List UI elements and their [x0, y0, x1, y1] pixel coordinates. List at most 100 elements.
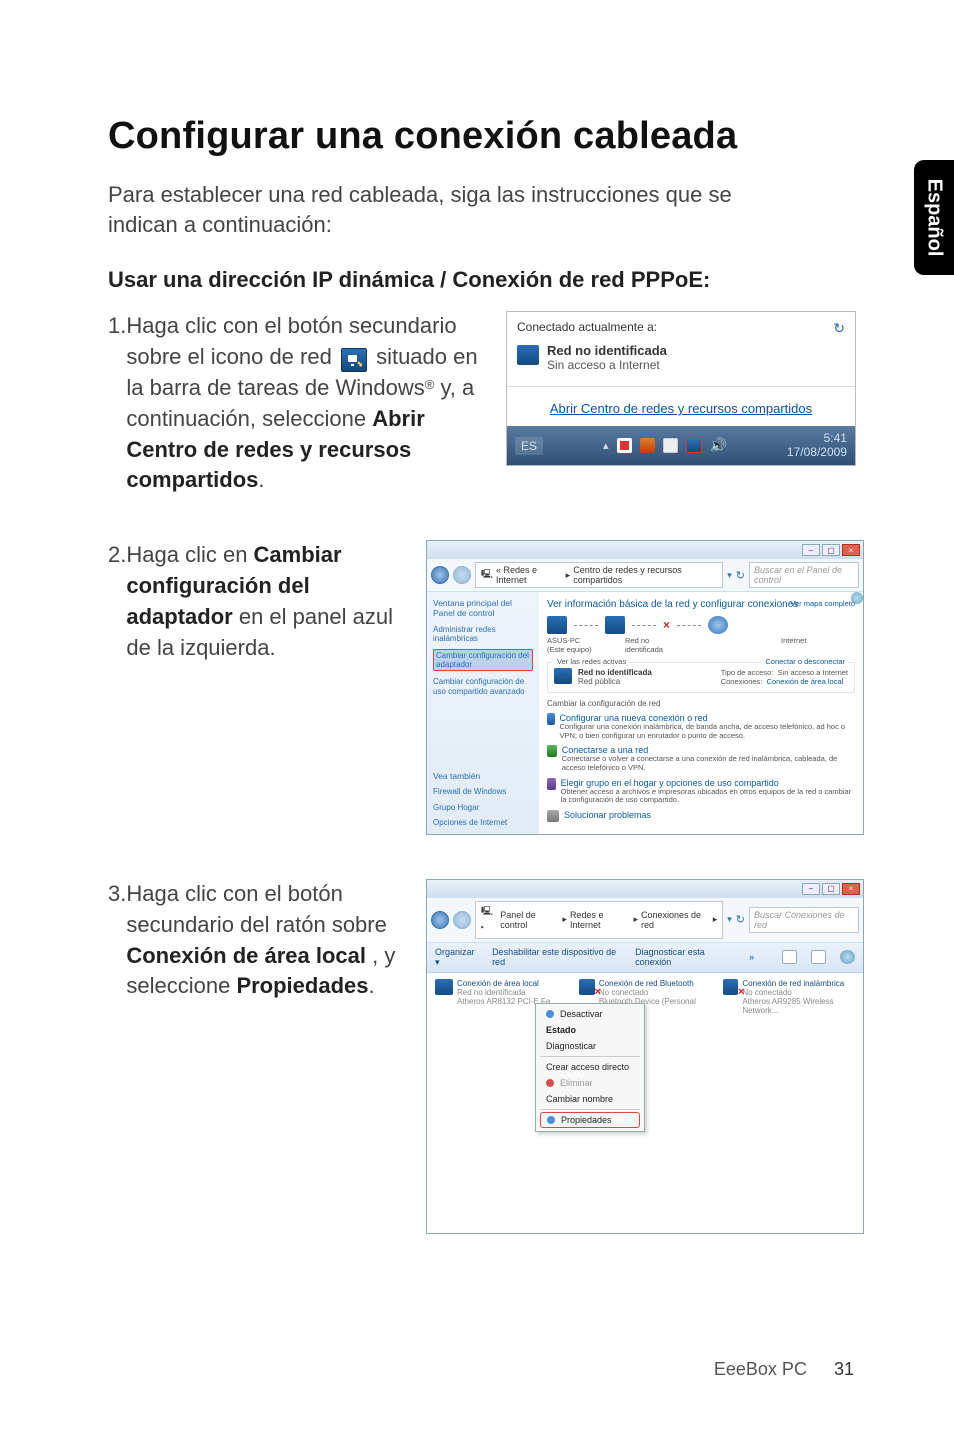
disable-icon: [546, 1010, 554, 1018]
toolbar: Organizar ▾ Deshabilitar este dispositiv…: [427, 943, 863, 973]
step-number: 1.: [108, 311, 126, 341]
step-number: 2.: [108, 540, 126, 570]
lan-connection-link[interactable]: Conexión de área local: [767, 677, 844, 686]
view-button[interactable]: [782, 950, 797, 964]
step-2-text: Haga clic en Cambiar configuración del a…: [126, 540, 408, 663]
sidebar-homegroup[interactable]: Grupo Hogar: [433, 803, 533, 812]
figure-tray-popup: Conectado actualmente a: ↻ Red no identi…: [506, 311, 856, 465]
bluetooth-icon: [579, 979, 595, 995]
menu-rename[interactable]: Cambiar nombre: [536, 1091, 644, 1107]
refresh-icon[interactable]: ↻: [833, 320, 845, 337]
network-tray-icon: [341, 348, 367, 372]
toolbar-disable-device[interactable]: Deshabilitar este dispositivo de red: [492, 947, 621, 967]
step-3: 3. Haga clic con el botón secundario del…: [108, 879, 866, 1234]
window-close-button[interactable]: ×: [842, 544, 860, 556]
intro-paragraph: Para establecer una red cableada, siga l…: [108, 180, 758, 239]
network-node-icon: [605, 616, 625, 634]
menu-disable[interactable]: Desactivar: [536, 1006, 644, 1022]
step-number: 3.: [108, 879, 126, 909]
nav-back-button[interactable]: [431, 566, 449, 584]
section-heading: Usar una dirección IP dinámica / Conexió…: [108, 267, 866, 293]
window-titlebar: – ▢ ×: [427, 880, 863, 898]
page-title: Configurar una conexión cableada: [108, 115, 866, 158]
troubleshoot[interactable]: Solucionar problemas: [547, 810, 855, 822]
connected-label: Conectado actualmente a:: [517, 320, 657, 337]
connection-wireless[interactable]: Conexión de red inalámbrica No conectado…: [723, 979, 853, 1016]
troubleshoot-icon: [547, 810, 559, 822]
taskbar: ES ▴ 🔊 5:41 17/08/2009: [507, 426, 855, 464]
nav-back-button[interactable]: [431, 911, 449, 929]
properties-icon: [547, 1116, 555, 1124]
setup-new-connection[interactable]: Configurar una nueva conexión o redConfi…: [547, 713, 855, 740]
volume-icon[interactable]: 🔊: [710, 437, 727, 454]
product-name: EeeBox PC: [714, 1359, 807, 1379]
page-number: 31: [834, 1359, 854, 1379]
connect-to-network[interactable]: Conectarse a una redConectarse o volver …: [547, 745, 855, 772]
sidebar-home-link[interactable]: Ventana principal del Panel de control: [433, 599, 533, 619]
menu-delete[interactable]: Eliminar: [536, 1075, 644, 1091]
window-minimize-button[interactable]: –: [802, 544, 820, 556]
disconnected-x-icon: ×: [663, 618, 670, 632]
network-icon: [517, 345, 539, 365]
connect-disconnect-link[interactable]: Conectar o desconectar: [762, 657, 848, 666]
network-icon: [554, 668, 572, 684]
menu-status[interactable]: Estado: [536, 1022, 644, 1038]
network-map: ×: [547, 616, 855, 634]
nav-forward-button[interactable]: [453, 911, 471, 929]
pc-node-icon: [547, 616, 567, 634]
window-close-button[interactable]: ×: [842, 883, 860, 895]
view-full-map-link[interactable]: Ver mapa completo: [790, 599, 855, 608]
homegroup-icon: [547, 778, 556, 790]
network-name: Red no identificada: [547, 343, 667, 358]
page-footer: EeeBox PC 31: [714, 1359, 854, 1380]
sidebar-change-adapter[interactable]: Cambiar configuración del adaptador: [433, 649, 533, 671]
breadcrumb[interactable]: 🖳 « Redes e Internet ▸ Centro de redes y…: [475, 562, 723, 588]
toolbar-diagnose[interactable]: Diagnosticar esta conexión: [635, 947, 735, 967]
tray-expand-icon[interactable]: ▴: [603, 439, 609, 452]
step-3-text: Haga clic con el botón secundario del ra…: [126, 879, 408, 1002]
window-titlebar: – ▢ ×: [427, 541, 863, 559]
wifi-icon: [723, 979, 738, 995]
security-shield-icon[interactable]: [640, 438, 655, 453]
window-maximize-button[interactable]: ▢: [822, 544, 840, 556]
taskbar-clock[interactable]: 5:41 17/08/2009: [787, 432, 847, 458]
sidebar-advanced-sharing[interactable]: Cambiar configuración de uso compartido …: [433, 677, 533, 695]
homegroup-options[interactable]: Elegir grupo en el hogar y opciones de u…: [547, 778, 855, 805]
figure-network-center-window: – ▢ × 🖳 « Redes e Internet ▸ Centro de r…: [426, 540, 864, 835]
active-networks-group: Ver las redes activas Conectar o descone…: [547, 662, 855, 693]
sidebar-see-also: Vea también: [433, 771, 533, 781]
change-settings-label: Cambiar la configuración de red: [547, 699, 855, 708]
menu-shortcut[interactable]: Crear acceso directo: [536, 1059, 644, 1075]
toolbar-organize[interactable]: Organizar ▾: [435, 947, 478, 968]
language-indicator[interactable]: ES: [515, 437, 543, 455]
window-maximize-button[interactable]: ▢: [822, 883, 840, 895]
help-button[interactable]: [840, 950, 855, 964]
search-input[interactable]: Buscar en el Panel de control: [749, 562, 859, 588]
step-1-text: Haga clic con el botón secundario sobre …: [126, 311, 488, 496]
lan-icon: [435, 979, 453, 995]
search-input[interactable]: Buscar Conexiones de red: [749, 907, 859, 933]
step-2: 2. Haga clic en Cambiar configuración de…: [108, 540, 866, 835]
step-1: 1. Haga clic con el botón secundario sob…: [108, 311, 866, 496]
sidebar-manage-wireless[interactable]: Administrar redes inalámbricas: [433, 625, 533, 643]
delete-icon: [546, 1079, 554, 1087]
nav-forward-button[interactable]: [453, 566, 471, 584]
sidebar: Ventana principal del Panel de control A…: [427, 592, 539, 834]
menu-properties[interactable]: Propiedades: [540, 1112, 640, 1128]
internet-node-icon: [708, 616, 728, 634]
context-menu: Desactivar Estado Diagnosticar Crear acc…: [535, 1003, 645, 1132]
wizard-icon: [547, 713, 555, 725]
breadcrumb[interactable]: 🖳 ▸ Panel de control▸ Redes e Internet▸ …: [475, 901, 723, 939]
sidebar-internet-options[interactable]: Opciones de Internet: [433, 818, 533, 827]
page-icon[interactable]: [663, 438, 678, 453]
menu-diagnose[interactable]: Diagnosticar: [536, 1038, 644, 1054]
open-network-center-link[interactable]: Abrir Centro de redes y recursos compart…: [550, 401, 812, 416]
connect-icon: [547, 745, 557, 757]
figure-network-connections-window: – ▢ × 🖳 ▸ Panel de control▸ Redes e Inte…: [426, 879, 864, 1234]
network-tray-icon[interactable]: [686, 439, 702, 453]
window-minimize-button[interactable]: –: [802, 883, 820, 895]
view-button[interactable]: [811, 950, 826, 964]
action-center-icon[interactable]: [617, 438, 632, 453]
sidebar-firewall[interactable]: Firewall de Windows: [433, 787, 533, 796]
network-status: Sin acceso a Internet: [547, 358, 660, 372]
